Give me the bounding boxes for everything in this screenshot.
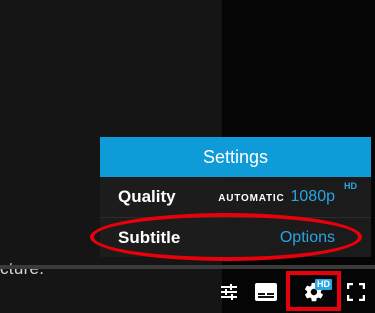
quality-menu-item[interactable]: Quality AUTOMATIC 1080p HD (100, 177, 371, 217)
caption-text: cture. (0, 259, 44, 279)
quality-value: AUTOMATIC 1080p (218, 188, 335, 206)
subtitle-menu-item[interactable]: Subtitle Options (100, 217, 371, 258)
settings-menu-title: Settings (100, 137, 371, 177)
subtitle-options: Options (279, 229, 335, 246)
quality-resolution: 1080p (290, 188, 336, 205)
subtitle-label: Subtitle (118, 228, 181, 247)
automatic-tag: AUTOMATIC (218, 193, 285, 204)
subtitles-icon[interactable] (255, 281, 277, 303)
quality-label: Quality (118, 187, 176, 206)
settings-menu: Settings Quality AUTOMATIC 1080p HD Subt… (100, 137, 371, 257)
settings-button[interactable]: HD (296, 279, 332, 303)
fullscreen-icon[interactable] (345, 281, 367, 303)
video-player[interactable]: cture. Settings Quality AUTOMATIC 1080p … (0, 0, 375, 313)
quality-hd-badge: HD (344, 181, 357, 191)
subtitle-value: Options (280, 229, 335, 247)
settings-hd-badge: HD (315, 279, 332, 290)
progress-bar[interactable] (0, 265, 375, 269)
adjust-sliders-icon[interactable] (218, 281, 240, 303)
